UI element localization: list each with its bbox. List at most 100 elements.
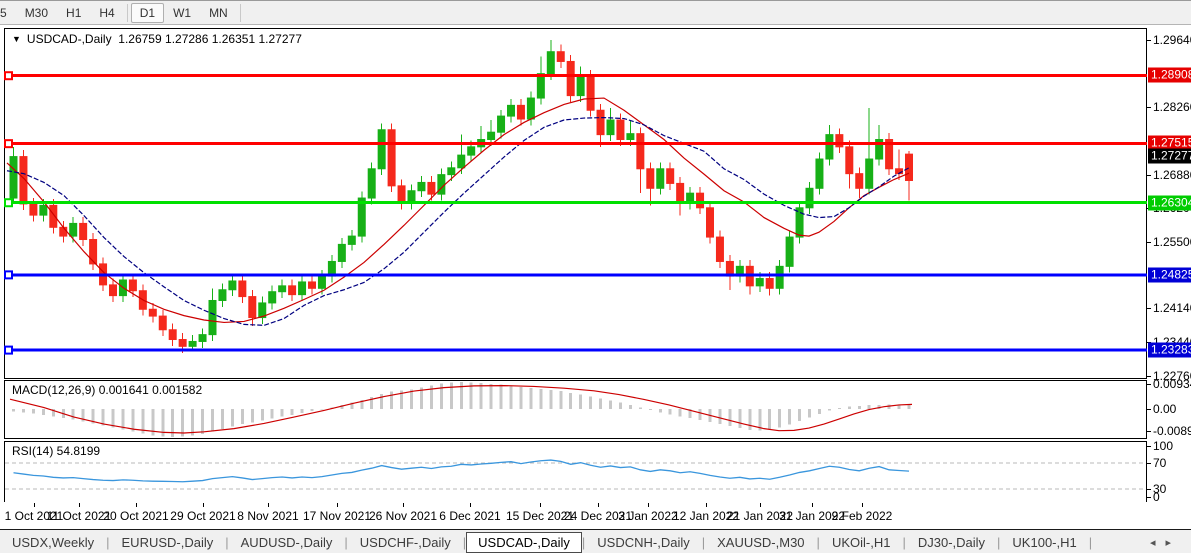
symbol-tab-xauusd[interactable]: XAUUSD-,M30 (705, 532, 816, 553)
symbol-tab-usdcnh[interactable]: USDCNH-,Daily (585, 532, 701, 553)
tab-separator: | (1089, 535, 1092, 550)
symbol-tab-ukoil[interactable]: UKOil-,H1 (820, 532, 903, 553)
candle-body (866, 159, 873, 188)
candle-body (338, 244, 345, 261)
tab-scroll-left-icon[interactable]: ◂ (1150, 537, 1166, 549)
toolbar-separator (127, 4, 128, 22)
axis-tick-mark (1147, 489, 1151, 490)
rsi-tick-label: 0 (1153, 490, 1160, 504)
axis-tick-mark (1147, 40, 1151, 41)
timeframe-button-5[interactable]: 5 (0, 3, 16, 23)
candle-body (527, 98, 534, 119)
candle-body (567, 61, 574, 95)
candle-body (498, 116, 505, 132)
date-tick-mark (268, 503, 269, 507)
date-tick-mark (470, 503, 471, 507)
timeframe-button-m30[interactable]: M30 (16, 3, 57, 23)
candle-body (249, 297, 256, 318)
terminal-window: 5M30H1H4 D1W1MN ▼ USDCAD-,Daily 1.26759 1.… (0, 0, 1191, 553)
symbol-tab-usdcad[interactable]: USDCAD-,Daily (466, 532, 582, 553)
candle-body (388, 130, 395, 186)
axis-tick-mark (1147, 431, 1151, 432)
timeframe-button-h4[interactable]: H4 (90, 3, 123, 23)
timeframe-button-h1[interactable]: H1 (57, 3, 90, 23)
level-drag-handle[interactable] (5, 72, 12, 79)
symbol-tab-audusd[interactable]: AUDUSD-,Daily (229, 532, 345, 553)
candle-body (697, 193, 704, 208)
symbol-tab-eurusd[interactable]: EURUSD-,Daily (110, 532, 226, 553)
candle-body (318, 276, 325, 288)
date-tick-mark (79, 503, 80, 507)
candle-body (10, 157, 17, 198)
symbol-dropdown-icon[interactable]: ▼ (12, 34, 21, 44)
candle-body (846, 147, 853, 174)
price-tick-label: 1.24140 (1153, 301, 1191, 315)
price-tick-label: 1.29640 (1153, 33, 1191, 47)
date-label: 17 Nov 2021 (303, 509, 371, 523)
ohlc-high: 1.27286 (165, 32, 208, 46)
candle-body (627, 134, 634, 140)
candle-body (169, 330, 176, 340)
symbol-tab-usdchf[interactable]: USDCHF-,Daily (348, 532, 463, 553)
candle-body (368, 169, 375, 198)
candle-body (289, 286, 296, 295)
symbol-tab-uk100[interactable]: UK100-,H1 (1000, 532, 1088, 553)
date-tick-mark (203, 503, 204, 507)
axis-tick-mark (1147, 446, 1151, 447)
candle-body (179, 340, 186, 347)
candle-body (378, 130, 385, 169)
candle-body (677, 183, 684, 203)
date-label: 11 Oct 2021 (47, 509, 112, 523)
axis-tick-mark (1147, 308, 1151, 309)
ohlc-low: 1.26351 (212, 32, 255, 46)
level-drag-handle[interactable] (5, 199, 12, 206)
axis-tick-mark (1147, 242, 1151, 243)
candle-body (547, 52, 554, 74)
symbol-tab-usdx[interactable]: USDX,Weekly (0, 532, 106, 553)
ohlc-open: 1.26759 (118, 32, 161, 46)
date-tick-mark (598, 503, 599, 507)
candle-body (129, 280, 136, 291)
chart-canvas[interactable] (4, 28, 1147, 502)
date-label: 9 Feb 2022 (832, 509, 893, 523)
candle-body (796, 208, 803, 237)
macd-tick-label: -0.008903 (1153, 424, 1191, 438)
candle-body (806, 188, 813, 208)
candle-body (269, 292, 276, 303)
candle-body (468, 147, 475, 155)
candle-body (30, 204, 37, 215)
date-tick-mark (648, 503, 649, 507)
date-tick-mark (403, 503, 404, 507)
symbol-tab-dj30[interactable]: DJ30-,Daily (906, 532, 997, 553)
candle-body (229, 281, 236, 290)
macd-indicator-label: MACD(12,26,9) 0.001641 0.001582 (12, 383, 202, 397)
timeframe-toolbar: 5M30H1H4 D1W1MN (0, 1, 1191, 25)
date-label: 29 Oct 2021 (170, 509, 235, 523)
timeframe-button-d1[interactable]: D1 (131, 3, 164, 23)
candle-body (299, 282, 306, 295)
candle-body (647, 169, 654, 189)
price-badge: 1.23283 (1148, 343, 1191, 358)
price-badge: 1.27277 (1148, 149, 1191, 164)
symbol-label: USDCAD-,Daily (27, 32, 112, 46)
axis-tick-mark (1147, 384, 1151, 385)
candle-body (617, 120, 624, 140)
candle-body (756, 279, 763, 286)
date-tick-mark (862, 503, 863, 507)
candle-body (587, 76, 594, 110)
axis-tick-mark (1147, 497, 1151, 498)
price-badge: 1.28908 (1148, 68, 1191, 83)
level-drag-handle[interactable] (5, 140, 12, 147)
tab-scroll-arrows[interactable]: ◂▸ (1150, 536, 1181, 549)
timeframe-button-w1[interactable]: W1 (164, 3, 200, 23)
date-tick-mark (337, 503, 338, 507)
candle-body (856, 174, 863, 189)
price-tick-label: 1.28260 (1153, 100, 1191, 114)
timeframe-button-mn[interactable]: MN (200, 3, 237, 23)
level-drag-handle[interactable] (5, 271, 12, 278)
candle-body (50, 205, 57, 227)
tab-scroll-right-icon[interactable]: ▸ (1165, 537, 1181, 549)
rsi-panel-frame (5, 442, 1147, 503)
level-drag-handle[interactable] (5, 347, 12, 354)
candle-body (488, 132, 495, 139)
